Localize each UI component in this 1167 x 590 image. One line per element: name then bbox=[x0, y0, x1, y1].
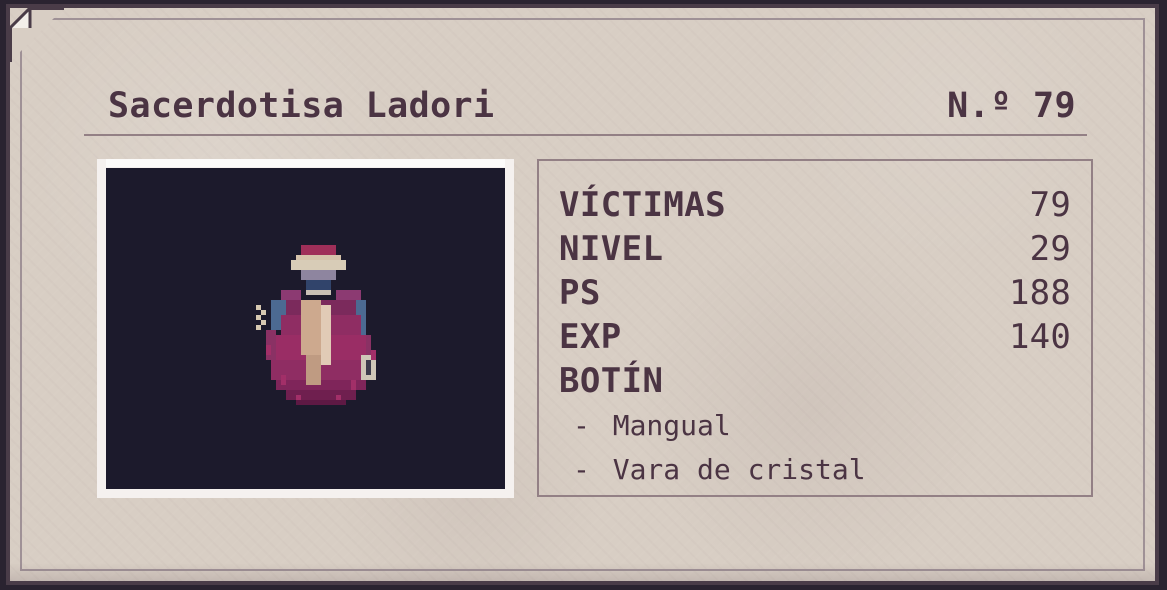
game-scene: Sacerdotisa Ladori N.º 79 VÍCTIMAS 79 NI… bbox=[0, 0, 1167, 590]
priestess-sprite-icon bbox=[256, 245, 376, 405]
portrait-frame bbox=[97, 159, 514, 498]
loot-bullet-icon: - bbox=[573, 453, 590, 486]
stat-label-level: NIVEL bbox=[559, 229, 664, 269]
loot-bullet-icon: - bbox=[573, 409, 590, 442]
stat-row-loot: BOTÍN bbox=[559, 361, 1071, 401]
stat-label-victims: VÍCTIMAS bbox=[559, 185, 726, 225]
entry-number: N.º 79 bbox=[947, 86, 1076, 126]
stat-row-hp: PS 188 bbox=[559, 273, 1071, 313]
stat-row-level: NIVEL 29 bbox=[559, 229, 1071, 269]
stat-value-hp: 188 bbox=[1008, 273, 1071, 313]
stat-label-exp: EXP bbox=[559, 317, 622, 357]
stat-value-level: 29 bbox=[1029, 229, 1071, 269]
enemy-name: Sacerdotisa Ladori bbox=[108, 86, 495, 126]
portrait-area bbox=[106, 168, 505, 489]
loot-item-label: Mangual bbox=[612, 409, 731, 442]
stat-row-victims: VÍCTIMAS 79 bbox=[559, 185, 1071, 225]
stats-panel: VÍCTIMAS 79 NIVEL 29 PS 188 EXP 140 BOTÍ… bbox=[537, 159, 1093, 497]
stat-label-loot: BOTÍN bbox=[559, 361, 664, 401]
corner-fold-icon bbox=[10, 8, 64, 62]
header-divider bbox=[84, 134, 1087, 136]
stat-label-hp: PS bbox=[559, 273, 601, 313]
stat-row-exp: EXP 140 bbox=[559, 317, 1071, 357]
loot-item: - Vara de cristal bbox=[573, 453, 866, 486]
stat-value-victims: 79 bbox=[1029, 185, 1071, 225]
loot-item-label: Vara de cristal bbox=[612, 453, 866, 486]
bestiary-card: Sacerdotisa Ladori N.º 79 VÍCTIMAS 79 NI… bbox=[6, 4, 1159, 585]
stat-value-exp: 140 bbox=[1008, 317, 1071, 357]
loot-item: - Mangual bbox=[573, 409, 731, 442]
card-bottom-shadow bbox=[10, 563, 1155, 581]
